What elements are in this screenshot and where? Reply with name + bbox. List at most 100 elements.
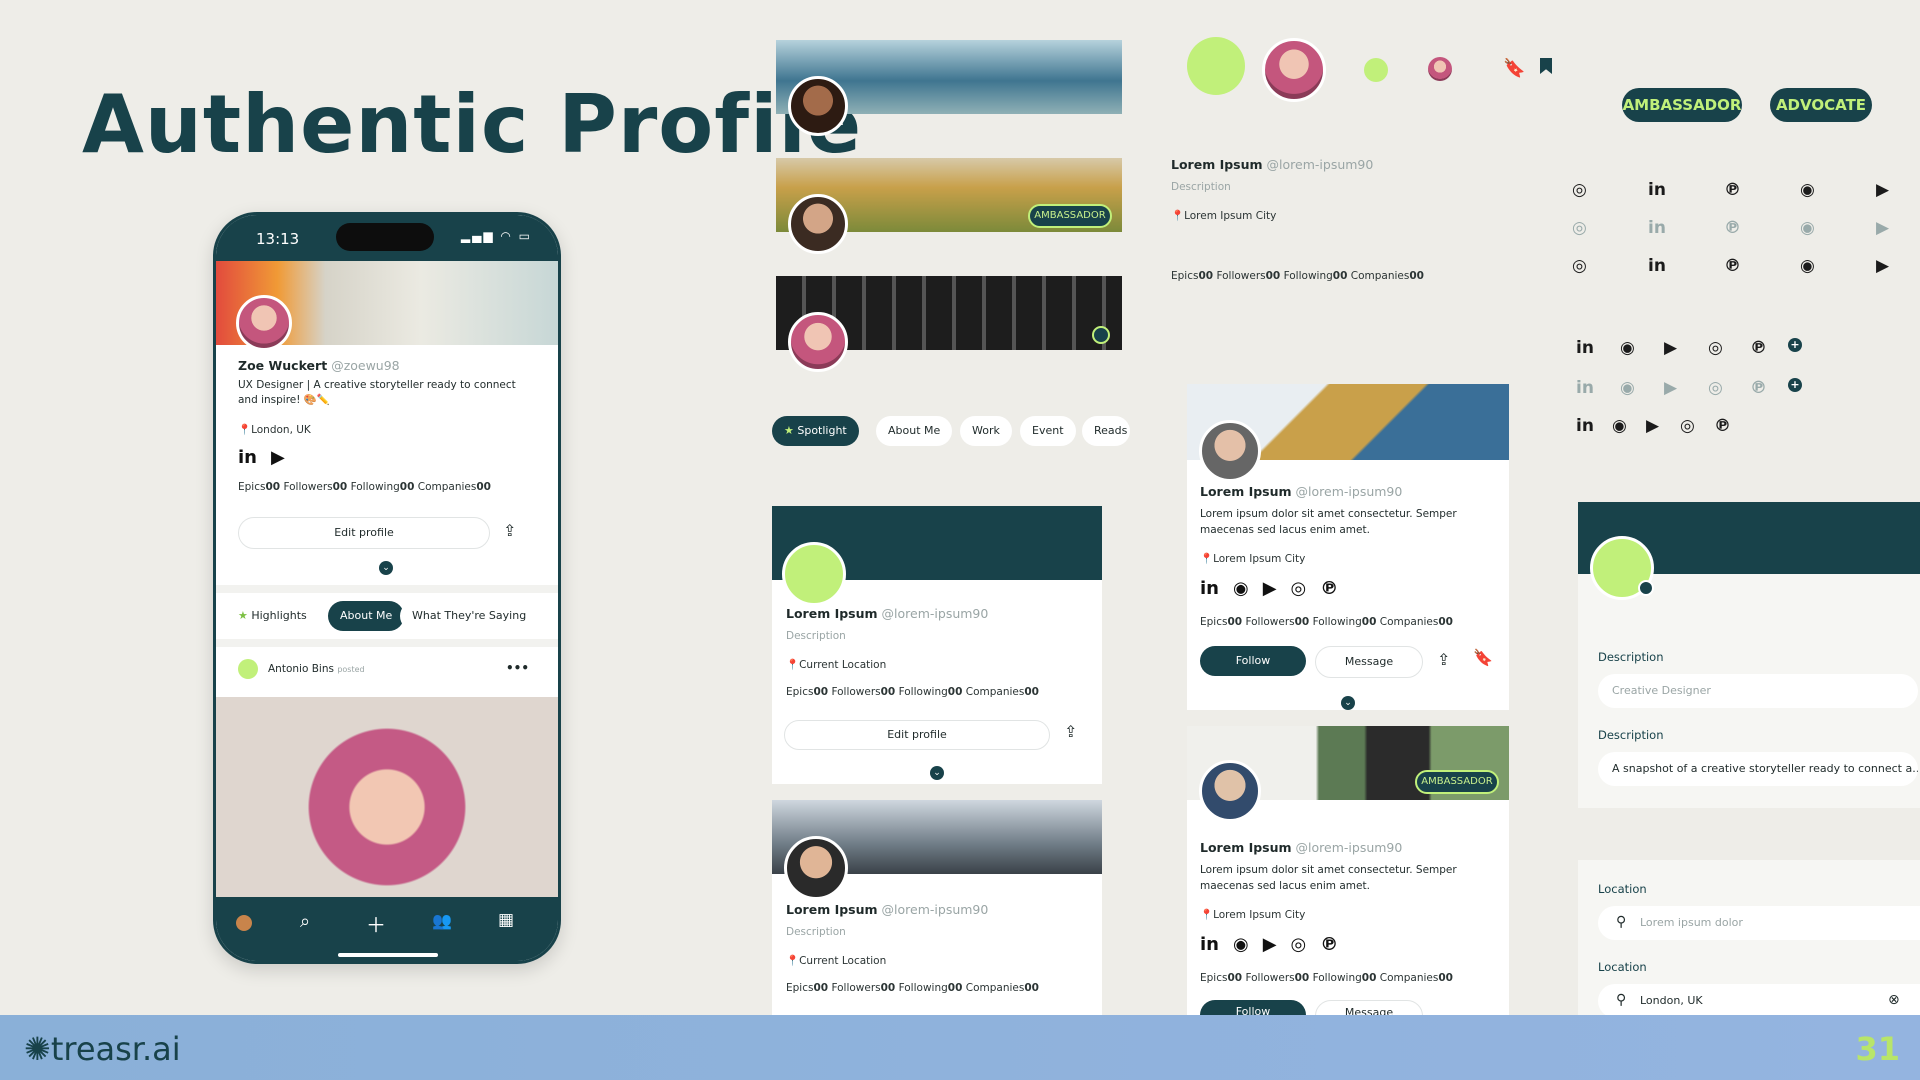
linkedin-remove-icon[interactable]: in [1648,256,1666,276]
phone-mockup: 13:13 ▂▄▆ ◠ ▭ Zoe Wuckert @zoewu98 UX Des… [213,212,561,964]
social-links: in ◉ ▶ ◎ ℗ [1200,934,1352,955]
follow-button[interactable]: Follow [1200,646,1306,676]
page-number: 31 [1855,1030,1900,1068]
spotify-icon[interactable]: ◉ [1233,578,1249,599]
youtube-icon[interactable]: ▶ [1876,180,1889,200]
pinterest-icon[interactable]: ℗ [1320,934,1338,955]
message-button[interactable]: Message [1315,646,1423,678]
pinterest-icon[interactable]: ℗ [1724,180,1741,200]
post-image[interactable] [216,697,558,897]
instagram-icon[interactable]: ◎ [1291,578,1307,599]
spotify-icon[interactable]: ◉ [1233,934,1249,955]
linkedin-icon[interactable]: in [238,447,257,468]
share-icon[interactable]: ⇪ [1064,722,1077,741]
avatar[interactable] [1199,760,1261,822]
spotify-remove-icon[interactable]: ◉ [1620,338,1635,358]
tab-event[interactable]: Event [1020,416,1076,446]
search-icon[interactable]: ⌕ [300,911,310,932]
profile-handle: @zoewu98 [331,358,400,373]
instagram-icon[interactable]: ◎ [1291,934,1307,955]
more-options-icon[interactable]: ••• [506,661,529,675]
spotify-remove-icon[interactable]: ◉ [1800,256,1815,276]
linkedin-icon[interactable]: in [1200,578,1219,599]
pinterest-icon[interactable]: ℗ [1714,416,1731,436]
description-input[interactable]: A snapshot of a creative storyteller rea… [1598,752,1918,786]
add-icon[interactable]: ＋ [366,909,386,938]
edit-profile-button[interactable]: Edit profile [238,517,490,549]
share-icon[interactable]: ⇪ [503,521,516,540]
share-icon[interactable]: ⇪ [1437,650,1450,669]
avatar[interactable] [784,836,848,900]
linkedin-add-icon[interactable]: in [1648,218,1666,238]
youtube-icon[interactable]: ▶ [1263,578,1277,599]
youtube-icon[interactable]: ▶ [1646,416,1659,436]
instagram-remove-icon[interactable]: ◎ [1572,256,1587,276]
follow-button[interactable]: Follow [1200,1000,1306,1015]
profile-stats: Epics00 Followers00 Following00 Companie… [786,982,1039,994]
stat-label: Following [1312,616,1362,628]
youtube-remove-icon[interactable]: ▶ [1664,378,1677,398]
avatar[interactable] [1199,420,1261,482]
location-input[interactable]: Lorem ipsum dolor [1598,906,1920,940]
avatar[interactable] [788,312,848,372]
people-icon[interactable]: 👥 [432,911,452,930]
tab-reads[interactable]: Reads [1082,416,1130,446]
post-header: Antonio Bins posted [268,663,365,675]
instagram-remove-icon[interactable]: ◎ [1708,378,1723,398]
chevron-down-icon[interactable]: ⌄ [1341,696,1355,710]
instagram-remove-icon[interactable]: ◎ [1708,338,1723,358]
linkedin-remove-icon[interactable]: in [1576,338,1594,358]
tab-highlights[interactable]: ★ Highlights [226,601,319,631]
edit-profile-button[interactable]: Edit profile [784,720,1050,750]
tab-about-me[interactable]: About Me [328,601,405,631]
spotify-icon[interactable]: ◉ [1800,180,1815,200]
avatar-placeholder[interactable] [782,542,846,606]
tab-about-me[interactable]: About Me [876,416,953,446]
chevron-down-icon[interactable]: ⌄ [379,561,393,575]
youtube-remove-icon[interactable]: ▶ [1876,256,1889,276]
tab-what-theyre-saying[interactable]: What They're Saying [400,601,539,631]
linkedin-icon[interactable]: in [1648,180,1666,200]
chevron-down-icon[interactable]: ⌄ [930,766,944,780]
clear-icon[interactable]: ⊗ [1888,992,1900,1008]
message-button[interactable]: Message [1315,1000,1423,1015]
tab-work[interactable]: Work [960,416,1012,446]
bookmark-filled-icon[interactable] [1540,58,1552,74]
instagram-icon[interactable]: ◎ [1572,180,1587,200]
linkedin-remove-icon[interactable]: in [1576,378,1594,398]
pinterest-remove-icon[interactable]: ℗ [1724,256,1741,276]
pinterest-icon[interactable]: ℗ [1320,578,1338,599]
profile-bio: Lorem ipsum dolor sit amet consectetur. … [1200,864,1457,892]
post-author-avatar[interactable] [238,659,258,679]
spotify-remove-icon[interactable]: ◉ [1620,378,1635,398]
linkedin-icon[interactable]: in [1576,416,1594,436]
spotify-icon[interactable]: ◉ [1612,416,1627,436]
bookmark-outline-icon[interactable]: 🔖 [1503,58,1525,79]
pinterest-remove-icon[interactable]: ℗ [1750,338,1767,358]
stat-value: 00 [1294,616,1310,628]
avatar[interactable] [788,76,848,136]
bookmark-outline-icon[interactable]: 🔖 [1473,648,1493,667]
post-author[interactable]: Antonio Bins [268,663,334,675]
stat-label: Followers [831,686,881,698]
add-icon[interactable]: + [1788,338,1802,352]
profile-nav-icon[interactable] [236,915,252,931]
spotify-add-icon[interactable]: ◉ [1800,218,1815,238]
instagram-add-icon[interactable]: ◎ [1572,218,1587,238]
linkedin-icon[interactable]: in [1200,934,1219,955]
location-input[interactable]: London, UK [1598,984,1920,1018]
pinterest-remove-icon[interactable]: ℗ [1750,378,1767,398]
youtube-icon[interactable]: ▶ [271,447,285,468]
add-icon[interactable]: + [1788,378,1802,392]
description-input[interactable]: Creative Designer [1598,674,1918,708]
youtube-remove-icon[interactable]: ▶ [1664,338,1677,358]
tab-spotlight[interactable]: ★ Spotlight [772,416,859,446]
profile-name: Lorem Ipsum @lorem-ipsum90 [1200,484,1402,499]
avatar[interactable] [236,295,292,351]
instagram-icon[interactable]: ◎ [1680,416,1695,436]
youtube-icon[interactable]: ▶ [1263,934,1277,955]
youtube-add-icon[interactable]: ▶ [1876,218,1889,238]
avatar[interactable] [788,194,848,254]
grid-icon[interactable]: ▦ [498,910,514,930]
pinterest-add-icon[interactable]: ℗ [1724,218,1741,238]
